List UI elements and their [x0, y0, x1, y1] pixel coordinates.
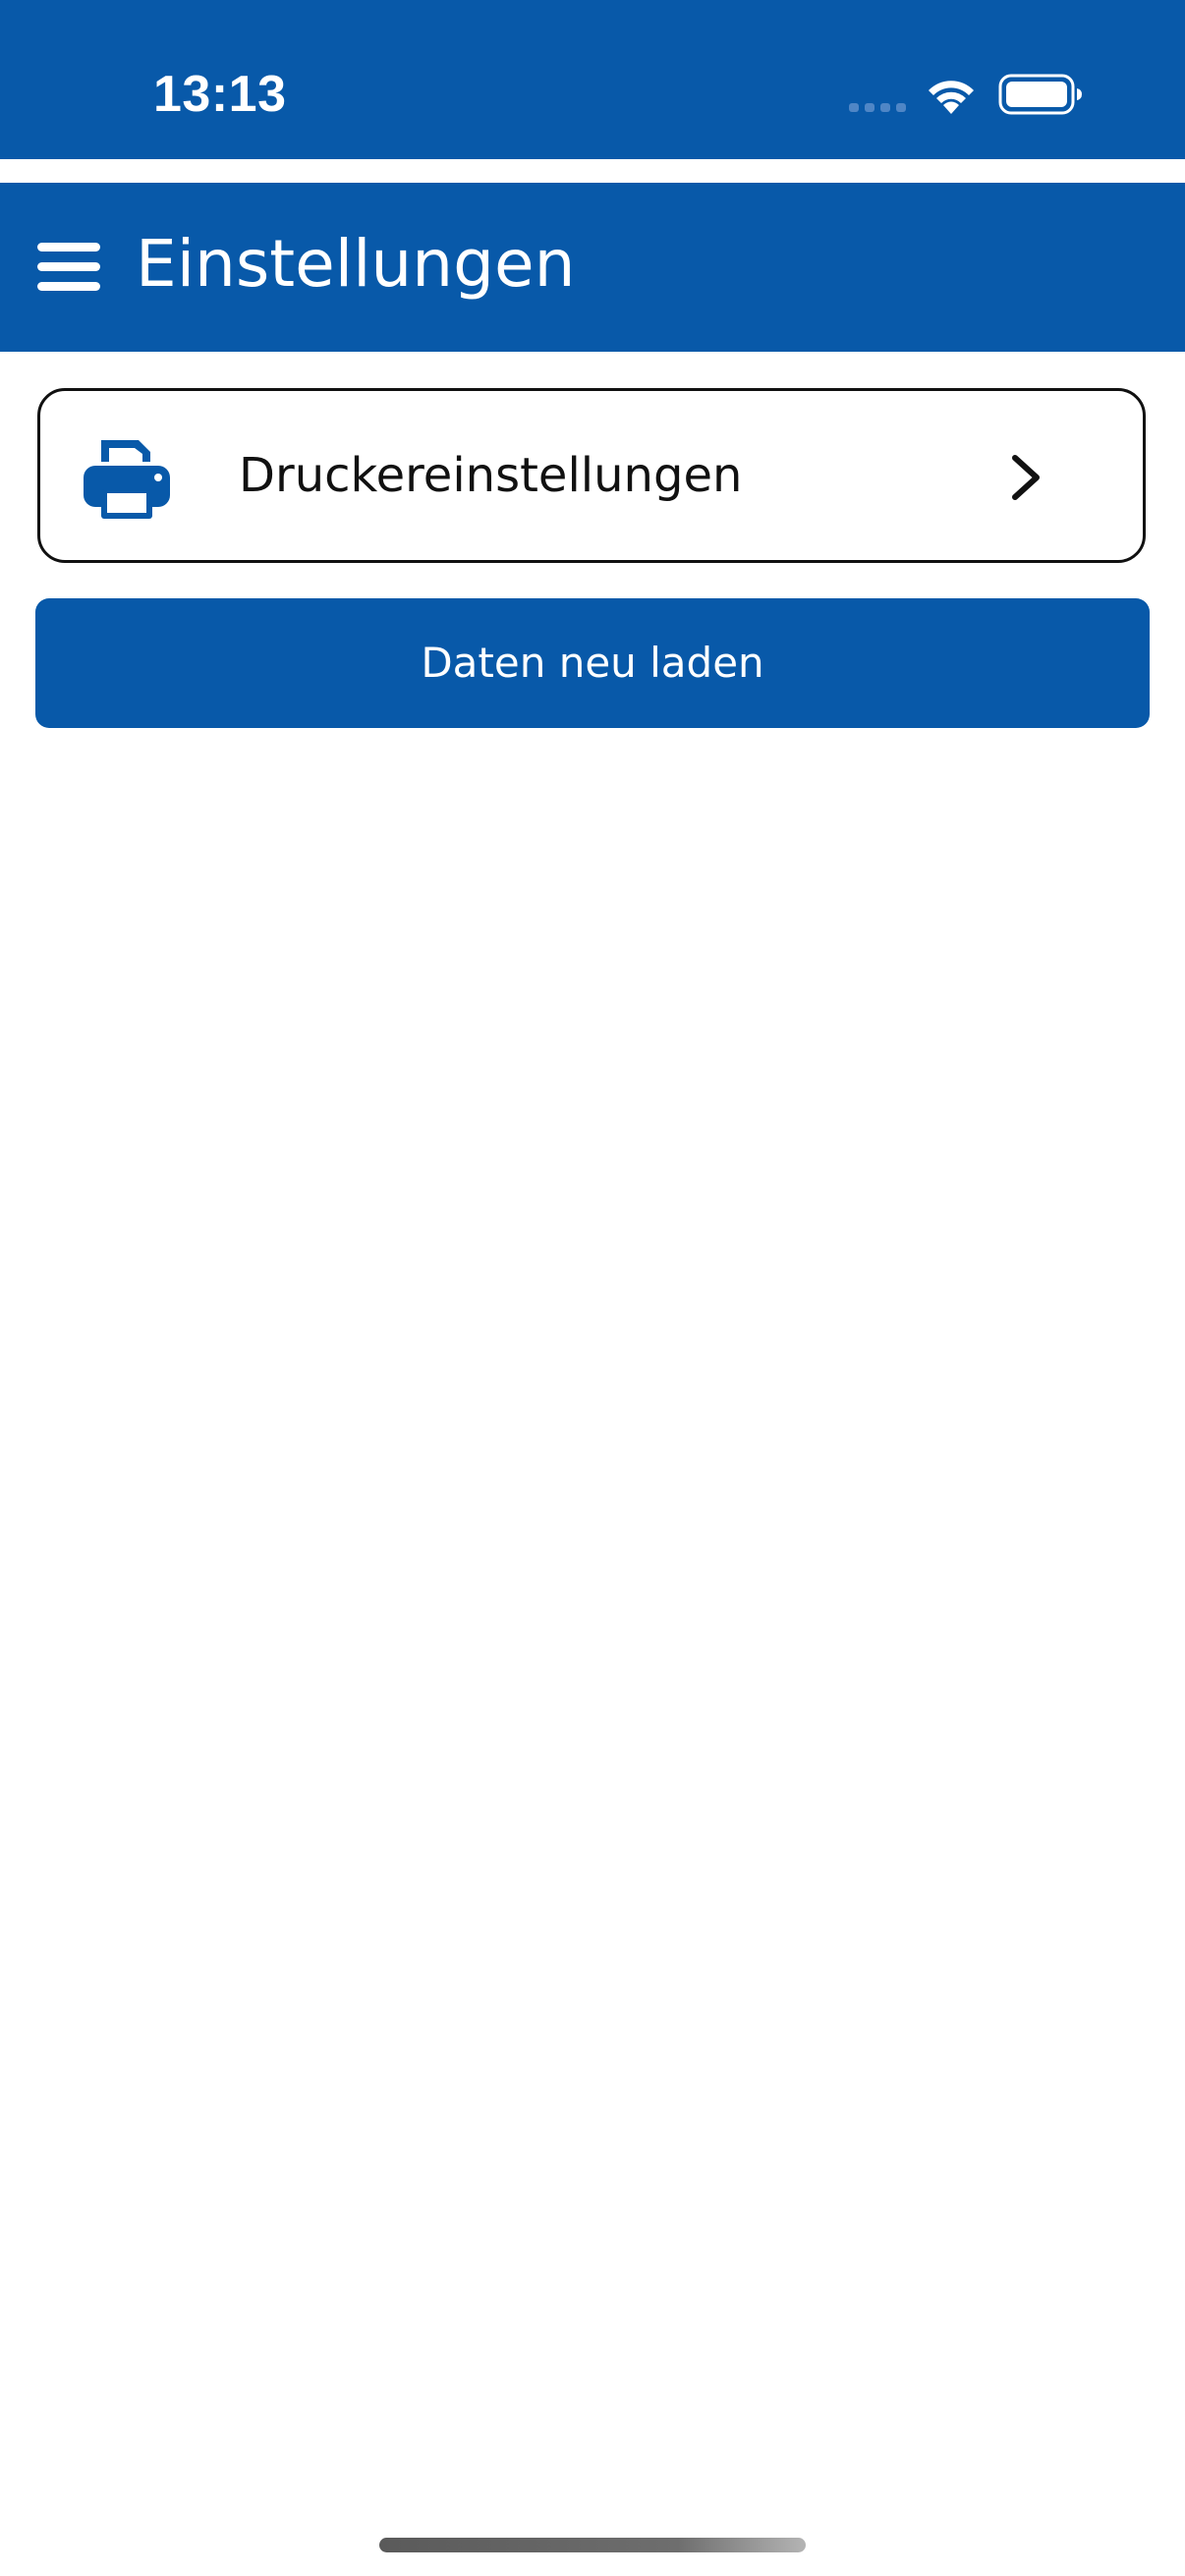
menu-line — [37, 282, 100, 291]
chevron-right-icon — [1012, 455, 1040, 500]
wifi-icon — [929, 81, 974, 114]
page-title: Einstellungen — [136, 226, 576, 302]
cellular-signal-icon — [849, 103, 906, 112]
app-header: Einstellungen — [0, 183, 1185, 352]
settings-item-printer[interactable]: Druckereinstellungen — [37, 388, 1146, 563]
settings-item-label: Druckereinstellungen — [239, 448, 743, 503]
reload-data-button[interactable]: Daten neu laden — [35, 598, 1150, 728]
menu-line — [37, 262, 100, 271]
status-bar: 13:13 — [0, 0, 1185, 159]
printer-icon — [84, 440, 170, 519]
status-time: 13:13 — [153, 66, 287, 123]
hamburger-menu-icon[interactable] — [28, 226, 108, 307]
menu-line — [37, 243, 100, 252]
home-indicator[interactable] — [379, 2538, 806, 2552]
battery-icon — [998, 74, 1082, 115]
